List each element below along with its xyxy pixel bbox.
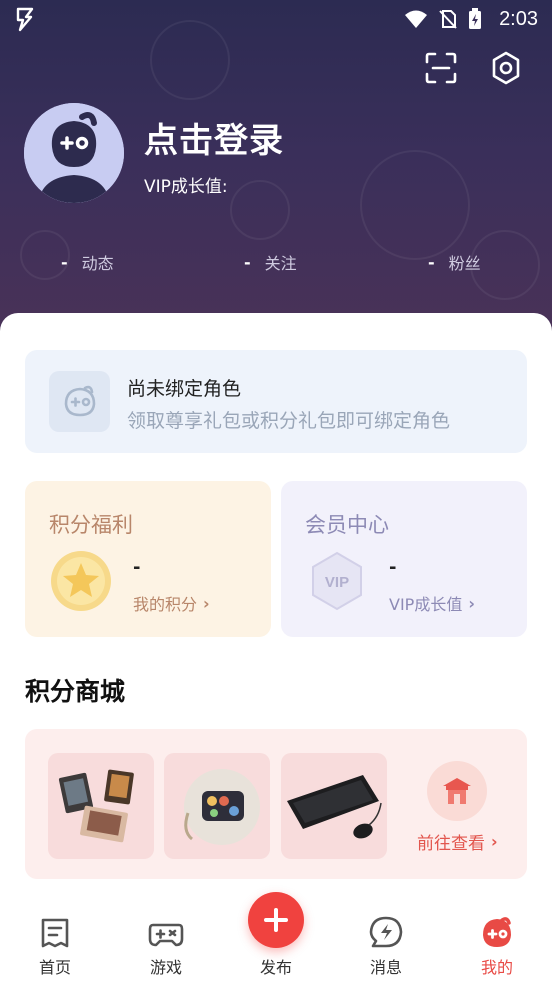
points-card-title: 积分福利 [49,513,133,537]
plus-icon [264,908,288,932]
message-icon [369,916,403,948]
background-doodle [230,180,290,240]
vip-growth-label: VIP成长值: [144,177,228,197]
status-time: 2:03 [499,8,538,30]
points-mall-card[interactable]: 前往查看 › [25,729,527,879]
vip-badge-icon: VIP [312,551,362,611]
background-doodle [360,150,470,260]
nav-mine[interactable]: 我的 [457,893,537,981]
nav-home[interactable]: 首页 [15,893,95,981]
bind-role-card[interactable]: 尚未绑定角色 领取尊享礼包或积分礼包即可绑定角色 [25,350,527,453]
bind-role-title: 尚未绑定角色 [127,378,242,400]
mine-icon [483,917,511,947]
nav-games-label: 游戏 [149,958,182,977]
my-points-link[interactable]: 我的积分 › [133,591,210,615]
home-icon [41,918,69,948]
login-prompt[interactable]: 点击登录 [144,113,284,162]
role-icon [49,371,110,432]
wifi-icon [405,10,427,28]
default-avatar-icon [24,103,124,203]
chevron-right-icon: › [468,593,475,613]
no-sim-icon [439,10,457,29]
nav-post-label: 发布 [259,958,292,977]
bottom-navigation: 首页 游戏 发布 消息 我的 [0,892,552,981]
settings-icon[interactable] [488,50,524,86]
member-card-title: 会员中心 [305,513,389,537]
nav-messages-label: 消息 [369,958,402,977]
battery-icon [469,8,481,29]
shop-icon[interactable] [427,761,487,821]
game-face-icon [64,385,95,416]
bind-role-subtitle: 领取尊享礼包或积分礼包即可绑定角色 [127,410,451,432]
product-keyboard-image[interactable] [281,753,387,859]
pouch-product [184,769,260,845]
bolt-app-icon [16,7,34,32]
profile-stats: - 动态 - 关注 - 粉丝 [0,250,552,278]
status-bar: 2:03 [0,0,552,40]
chevron-right-icon: › [491,832,498,851]
stat-fans[interactable]: - 粉丝 [428,250,481,274]
vip-badge-text: VIP [325,574,349,591]
vip-growth-link[interactable]: VIP成长值 › [389,591,475,615]
points-mall-title: 积分商城 [25,677,126,706]
member-center-card[interactable]: 会员中心 VIP - VIP成长值 › [281,481,527,637]
my-points-label: 我的积分 [133,595,198,614]
star-coin-icon [51,551,111,611]
chevron-right-icon: › [203,593,210,613]
stat-fans-label: 粉丝 [448,254,481,273]
goto-mall-label: 前往查看 [417,834,485,854]
post-button[interactable] [248,892,304,948]
stat-fans-count: - [428,252,435,272]
stat-following-label: 关注 [264,254,297,273]
scan-icon[interactable] [423,50,459,86]
points-value: - [133,557,141,578]
goto-mall-link[interactable]: 前往查看 › [417,829,498,854]
product-pouch-image[interactable] [164,753,270,859]
nav-mine-label: 我的 [480,958,513,977]
gamepad-icon [148,923,184,947]
vip-growth-link-label: VIP成长值 [389,595,463,614]
card-pack-product [58,769,134,843]
stat-following-count: - [244,252,251,272]
nav-messages[interactable]: 消息 [346,893,426,981]
stat-following[interactable]: - 关注 [244,250,297,274]
keyboard-mouse-product [287,775,382,839]
nav-home-label: 首页 [38,958,71,977]
points-welfare-card[interactable]: 积分福利 - 我的积分 › [25,481,271,637]
avatar[interactable] [24,103,124,203]
nav-games[interactable]: 游戏 [126,893,206,981]
nav-post[interactable]: 发布 [236,892,316,981]
vip-growth-value: - [389,557,397,578]
product-cards-image[interactable] [48,753,154,859]
store-icon [443,778,471,804]
stat-dynamic-count: - [61,252,68,272]
stat-dynamic[interactable]: - 动态 [61,250,114,274]
stat-dynamic-label: 动态 [81,254,114,273]
